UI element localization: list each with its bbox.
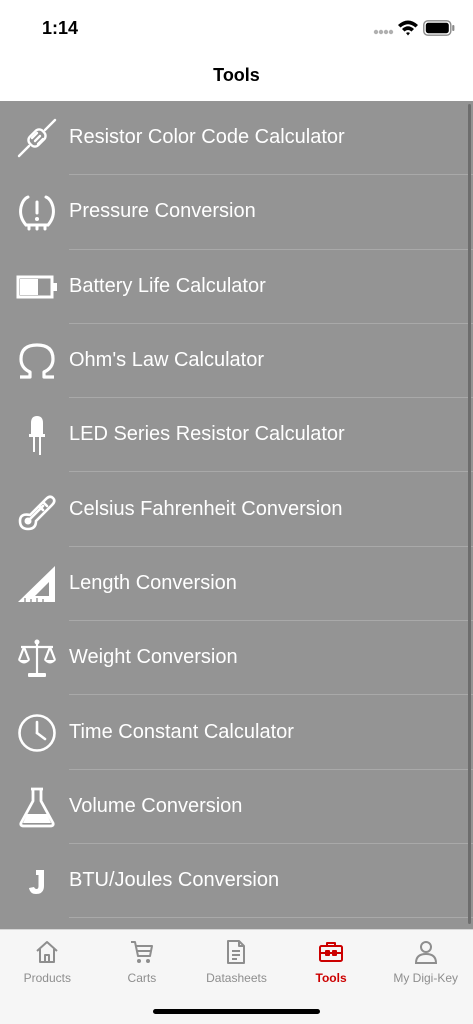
scrollbar[interactable] — [468, 104, 471, 924]
person-icon — [414, 941, 437, 964]
tool-row-btu-joules[interactable]: BTU/Joules Conversion — [0, 844, 473, 919]
tool-row-celsius-fahrenheit[interactable]: Celsius Fahrenheit Conversion — [0, 472, 473, 547]
tool-row-volume-conversion[interactable]: Volume Conversion — [0, 770, 473, 844]
tool-row-led-series-resistor[interactable]: LED Series Resistor Calculator — [0, 398, 473, 473]
navigation-bar: Tools — [0, 56, 473, 101]
wifi-icon — [398, 20, 418, 36]
tool-row-time-constant[interactable]: Time Constant Calculator — [0, 695, 473, 770]
page-title: Tools — [213, 65, 260, 85]
ohm-icon — [15, 339, 59, 383]
tab-products[interactable]: Products — [0, 930, 95, 992]
status-time: 1:14 — [42, 18, 79, 38]
battery-status-icon — [423, 20, 455, 36]
cart-icon — [130, 941, 153, 963]
tab-carts[interactable]: Carts — [95, 930, 190, 992]
ruler-triangle-icon — [15, 562, 59, 606]
tab-label: My Digi-Key — [393, 971, 459, 985]
document-icon — [227, 940, 246, 964]
tab-label: Datasheets — [206, 971, 267, 985]
pressure-icon — [15, 190, 59, 234]
tab-datasheets[interactable]: Datasheets — [189, 930, 284, 992]
tab-label: Tools — [315, 971, 347, 985]
tool-label: Time Constant Calculator — [69, 720, 294, 743]
tool-label: Length Conversion — [69, 571, 237, 594]
led-icon — [15, 413, 59, 457]
tool-label: Pressure Conversion — [69, 200, 256, 223]
tool-label: Weight Conversion — [69, 646, 238, 669]
toolbox-icon — [319, 942, 344, 962]
tab-tools[interactable]: Tools — [284, 930, 379, 992]
clock-icon — [15, 711, 59, 755]
tab-my-digi-key[interactable]: My Digi-Key — [378, 930, 473, 992]
cellular-signal-icon — [373, 29, 394, 35]
flask-icon — [15, 785, 59, 829]
tool-row-resistor-color-code[interactable]: Resistor Color Code Calculator — [0, 101, 473, 176]
tab-label: Carts — [127, 971, 157, 985]
tool-label: Ohm's Law Calculator — [69, 349, 264, 372]
tool-row-pressure-conversion[interactable]: Pressure Conversion — [0, 175, 473, 250]
resistor-icon — [15, 116, 59, 160]
joule-icon — [15, 859, 59, 903]
tool-label: Volume Conversion — [69, 794, 243, 817]
tool-label: Battery Life Calculator — [69, 274, 266, 297]
home-icon — [36, 941, 58, 963]
scale-icon — [15, 636, 59, 680]
tool-row-battery-life[interactable]: Battery Life Calculator — [0, 250, 473, 324]
status-bar: 1:14 — [0, 0, 473, 56]
tool-label: Celsius Fahrenheit Conversion — [69, 497, 343, 520]
battery-life-icon — [15, 265, 59, 309]
tool-label: LED Series Resistor Calculator — [69, 423, 345, 446]
tool-list[interactable]: Resistor Color Code Calculator Pressure … — [0, 101, 473, 929]
tab-label: Products — [23, 971, 71, 985]
tool-label: Resistor Color Code Calculator — [69, 126, 345, 149]
tool-label: BTU/Joules Conversion — [69, 869, 280, 892]
thermometer-icon — [15, 488, 59, 532]
tool-row-weight-conversion[interactable]: Weight Conversion — [0, 621, 473, 696]
tool-row-ohms-law[interactable]: Ohm's Law Calculator — [0, 324, 473, 399]
row-divider — [69, 917, 473, 919]
tool-row-length-conversion[interactable]: Length Conversion — [0, 547, 473, 622]
home-indicator — [153, 1009, 320, 1014]
